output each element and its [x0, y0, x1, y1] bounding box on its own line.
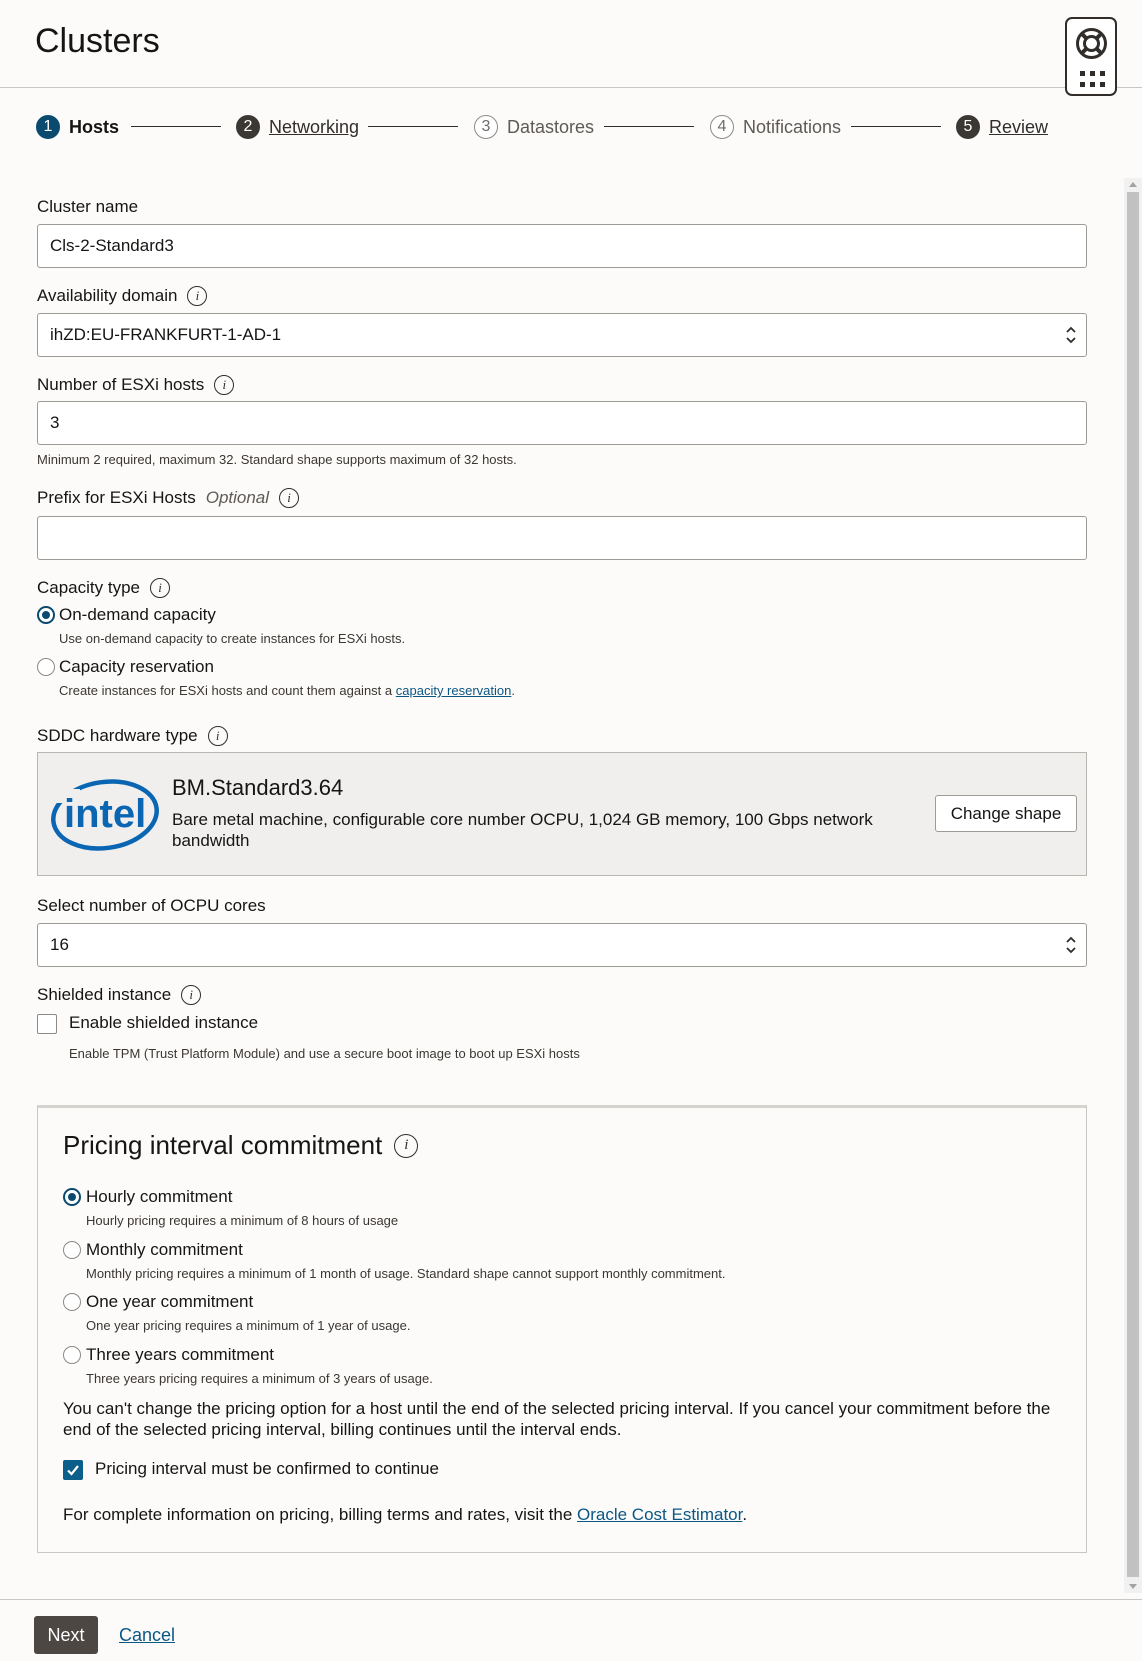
- step-label: Networking: [269, 116, 360, 137]
- radio-capacity-reservation-label[interactable]: Capacity reservation: [59, 657, 214, 677]
- info-icon[interactable]: i: [207, 726, 228, 746]
- step-label: Hosts: [69, 116, 120, 137]
- title-bar: Clusters: [0, 0, 1142, 96]
- shielded-instance-checkbox[interactable]: [37, 1014, 57, 1034]
- page-title: Clusters: [35, 22, 160, 60]
- lifebuoy-icon: [1076, 28, 1107, 59]
- step-notifications: 4 Notifications: [710, 114, 841, 140]
- optional-tag: Optional: [205, 488, 270, 507]
- availability-domain-value: ihZD:EU-FRANKFURT-1-AD-1: [50, 325, 282, 344]
- radio-three-years-label[interactable]: Three years commitment: [86, 1345, 274, 1365]
- radio-monthly-label[interactable]: Monthly commitment: [86, 1240, 243, 1260]
- radio-hourly[interactable]: [63, 1188, 81, 1206]
- pricing-confirm-label[interactable]: Pricing interval must be confirmed to co…: [95, 1459, 439, 1479]
- help-widget[interactable]: [1065, 17, 1117, 96]
- info-icon[interactable]: i: [214, 375, 235, 395]
- step-number: 3: [474, 115, 498, 139]
- ocpu-cores-label: Select number of OCPU cores: [37, 896, 266, 915]
- pricing-warning: You can't change the pricing option for …: [63, 1399, 1051, 1439]
- cluster-name-label: Cluster name: [37, 197, 139, 216]
- radio-on-demand-label[interactable]: On-demand capacity: [59, 605, 216, 625]
- step-datastores: 3 Datastores: [474, 114, 594, 140]
- page-scrollbar[interactable]: [1124, 178, 1142, 1593]
- select-arrows-icon: [1066, 326, 1076, 344]
- availability-domain-label: Availability domain i: [37, 286, 208, 306]
- step-label: Review: [989, 116, 1049, 137]
- shielded-instance-checkbox-label[interactable]: Enable shielded instance: [69, 1013, 258, 1033]
- apps-grid-icon: [1080, 71, 1106, 87]
- capacity-type-label: Capacity type i: [37, 578, 170, 598]
- info-icon[interactable]: i: [181, 985, 202, 1005]
- monthly-help: Monthly pricing requires a minimum of 1 …: [86, 1266, 726, 1281]
- shape-card: intel BM.Standard3.64 Bare metal machine…: [37, 752, 1087, 876]
- one-year-help: One year pricing requires a minimum of 1…: [86, 1318, 411, 1333]
- esxi-hosts-label: Number of ESXi hosts i: [37, 375, 235, 395]
- step-review[interactable]: 5 Review: [956, 114, 1048, 140]
- step-connector: [604, 126, 694, 127]
- next-button[interactable]: Next: [34, 1616, 98, 1654]
- step-number: 2: [236, 115, 260, 139]
- change-shape-button[interactable]: Change shape: [935, 795, 1077, 832]
- esxi-hosts-input[interactable]: [37, 401, 1087, 445]
- radio-one-year[interactable]: [63, 1293, 81, 1311]
- scrollbar-thumb[interactable]: [1127, 192, 1139, 1577]
- wizard-stepper: 1 Hosts 2 Networking 3 Datastores 4 Noti…: [36, 114, 1106, 140]
- step-connector: [131, 126, 221, 127]
- radio-one-year-label[interactable]: One year commitment: [86, 1292, 253, 1312]
- step-hosts[interactable]: 1 Hosts: [36, 114, 119, 140]
- svg-text:intel: intel: [64, 792, 146, 836]
- step-number: 4: [710, 115, 734, 139]
- ocpu-cores-select[interactable]: 16: [37, 923, 1087, 967]
- ocpu-cores-value: 16: [50, 935, 69, 954]
- capacity-reservation-link[interactable]: capacity reservation: [396, 683, 512, 698]
- step-connector: [851, 126, 941, 127]
- pricing-info: For complete information on pricing, bil…: [63, 1505, 748, 1524]
- intel-logo-icon: intel: [50, 779, 159, 851]
- three-years-help: Three years pricing requires a minimum o…: [86, 1371, 433, 1386]
- info-icon[interactable]: i: [279, 488, 300, 508]
- radio-capacity-reservation[interactable]: [37, 658, 55, 676]
- prefix-label: Prefix for ESXi Hosts Optional i: [37, 488, 300, 508]
- scroll-down-icon[interactable]: [1129, 1584, 1137, 1589]
- oracle-cost-estimator-link[interactable]: Oracle Cost Estimator: [577, 1505, 742, 1524]
- availability-domain-select[interactable]: ihZD:EU-FRANKFURT-1-AD-1: [37, 313, 1087, 357]
- on-demand-help: Use on-demand capacity to create instanc…: [59, 631, 406, 646]
- prefix-input[interactable]: [37, 516, 1087, 560]
- step-networking[interactable]: 2 Networking: [236, 114, 359, 140]
- checkmark-icon: [67, 1465, 79, 1476]
- shielded-instance-label: Shielded instance i: [37, 985, 202, 1005]
- radio-on-demand[interactable]: [37, 606, 55, 624]
- hourly-help: Hourly pricing requires a minimum of 8 h…: [86, 1213, 399, 1228]
- select-arrows-icon: [1066, 936, 1076, 954]
- step-label: Datastores: [507, 116, 595, 137]
- cluster-name-input[interactable]: [37, 224, 1087, 268]
- info-icon[interactable]: i: [150, 578, 170, 598]
- radio-three-years[interactable]: [63, 1346, 81, 1364]
- step-connector: [368, 126, 458, 127]
- step-number: 1: [36, 115, 60, 139]
- shape-description: Bare metal machine, configurable core nu…: [172, 810, 873, 850]
- shape-name: BM.Standard3.64: [172, 775, 344, 800]
- pricing-confirm-checkbox[interactable]: [63, 1460, 83, 1480]
- pricing-card: Pricing interval commitment i Hourly com…: [37, 1105, 1087, 1553]
- hardware-type-label: SDDC hardware type i: [37, 726, 228, 746]
- capacity-reservation-help: Create instances for ESXi hosts and coun…: [59, 683, 515, 698]
- info-icon[interactable]: i: [187, 286, 208, 306]
- esxi-hosts-help: Minimum 2 required, maximum 32. Standard…: [37, 452, 517, 467]
- step-label: Notifications: [743, 116, 842, 137]
- radio-hourly-label[interactable]: Hourly commitment: [86, 1187, 232, 1207]
- pricing-title: Pricing interval commitment i: [63, 1130, 419, 1161]
- info-icon[interactable]: i: [394, 1133, 419, 1158]
- footer-bar: Next Cancel: [0, 1599, 1142, 1661]
- scroll-up-icon[interactable]: [1129, 182, 1137, 187]
- shielded-instance-help: Enable TPM (Trust Platform Module) and u…: [69, 1046, 580, 1061]
- step-number: 5: [956, 115, 980, 139]
- cancel-link[interactable]: Cancel: [119, 1625, 175, 1646]
- radio-monthly[interactable]: [63, 1241, 81, 1259]
